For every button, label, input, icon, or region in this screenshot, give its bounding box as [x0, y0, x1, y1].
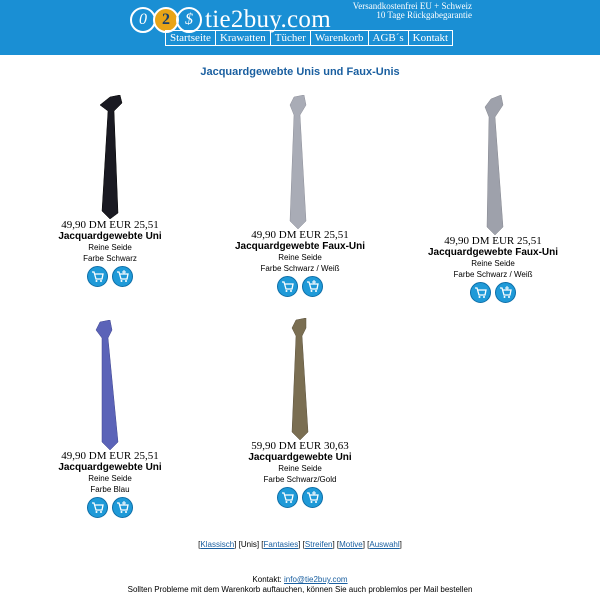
product-color: Farbe Blau: [90, 485, 130, 494]
product-color: Farbe Schwarz / Weiß: [260, 264, 340, 273]
footer: Kontakt: info@tie2buy.com Sollten Proble…: [0, 575, 600, 595]
add-to-cart-icon[interactable]: [87, 266, 108, 287]
product-material: Reine Seide: [88, 474, 132, 483]
product-price: 49,90 DM EUR 25,51: [61, 219, 159, 231]
view-cart-icon[interactable]: [302, 276, 323, 297]
page-title: Jacquardgewebte Unis und Faux-Unis: [200, 66, 400, 78]
category-link-streifen[interactable]: Streifen: [305, 540, 333, 549]
product-color: Farbe Schwarz/Gold: [263, 475, 337, 484]
add-to-cart-icon[interactable]: [470, 282, 491, 303]
tie-image[interactable]: [80, 320, 140, 450]
product-card: 49,90 DM EUR 25,51 Jacquardgewebte Faux-…: [225, 95, 375, 297]
footer-note: Sollten Probleme mit dem Warenkorb aufta…: [127, 585, 473, 594]
tagline-returns: 10 Tage Rückgabegarantie: [376, 10, 472, 20]
main-nav: Startseite Krawatten Tücher Warenkorb AG…: [165, 30, 454, 46]
product-price: 49,90 DM EUR 25,51: [444, 235, 542, 247]
product-color: Farbe Schwarz / Weiß: [453, 270, 533, 279]
nav-agb[interactable]: AGB´s: [367, 31, 408, 45]
tie-image[interactable]: [270, 95, 330, 229]
nav-warenkorb[interactable]: Warenkorb: [309, 31, 368, 45]
category-link-klassisch[interactable]: Klassisch: [200, 540, 234, 549]
nav-krawatten[interactable]: Krawatten: [214, 31, 270, 45]
add-to-cart-icon[interactable]: [277, 487, 298, 508]
category-link-fantasies[interactable]: Fantasies: [264, 540, 299, 549]
product-name[interactable]: Jacquardgewebte Faux-Uni: [418, 247, 568, 258]
product-price: 59,90 DM EUR 30,63: [251, 440, 349, 452]
view-cart-icon[interactable]: [112, 497, 133, 518]
product-color: Farbe Schwarz: [83, 254, 137, 263]
category-current-unis: Unis: [240, 540, 257, 549]
product-card: 49,90 DM EUR 25,51 Jacquardgewebte Faux-…: [418, 95, 568, 303]
view-cart-icon[interactable]: [112, 266, 133, 287]
view-cart-icon[interactable]: [495, 282, 516, 303]
nav-tuecher[interactable]: Tücher: [269, 31, 310, 45]
nav-startseite[interactable]: Startseite: [165, 31, 215, 45]
product-name[interactable]: Jacquardgewebte Uni: [35, 462, 185, 473]
tie-image[interactable]: [463, 95, 523, 235]
product-material: Reine Seide: [278, 464, 322, 473]
add-to-cart-icon[interactable]: [87, 497, 108, 518]
product-card: 59,90 DM EUR 30,63 Jacquardgewebte Uni R…: [225, 318, 375, 508]
contact-label: Kontakt:: [252, 575, 282, 584]
product-card: 49,90 DM EUR 25,51 Jacquardgewebte Uni R…: [35, 95, 185, 287]
product-name[interactable]: Jacquardgewebte Uni: [35, 231, 185, 242]
category-link-auswahl[interactable]: Auswahl: [369, 540, 399, 549]
nav-kontakt[interactable]: Kontakt: [407, 31, 454, 45]
contact-email-link[interactable]: info@tie2buy.com: [284, 575, 348, 584]
category-nav: [Klassisch] [Unis] [Fantasies] [Streifen…: [198, 540, 402, 549]
product-name[interactable]: Jacquardgewebte Uni: [225, 452, 375, 463]
product-price: 49,90 DM EUR 25,51: [61, 450, 159, 462]
tie-image[interactable]: [80, 95, 140, 219]
category-link-motive[interactable]: Motive: [339, 540, 363, 549]
add-to-cart-icon[interactable]: [277, 276, 298, 297]
product-material: Reine Seide: [88, 243, 132, 252]
product-price: 49,90 DM EUR 25,51: [251, 229, 349, 241]
site-header: 0 2 $ tie2buy.com Versandkostenfrei EU +…: [0, 0, 600, 55]
product-card: 49,90 DM EUR 25,51 Jacquardgewebte Uni R…: [35, 320, 185, 518]
product-material: Reine Seide: [471, 259, 515, 268]
product-name[interactable]: Jacquardgewebte Faux-Uni: [225, 241, 375, 252]
tie-image[interactable]: [270, 318, 330, 440]
tagline: Versandkostenfrei EU + Schweiz 10 Tage R…: [353, 2, 472, 20]
product-material: Reine Seide: [278, 253, 322, 262]
view-cart-icon[interactable]: [302, 487, 323, 508]
